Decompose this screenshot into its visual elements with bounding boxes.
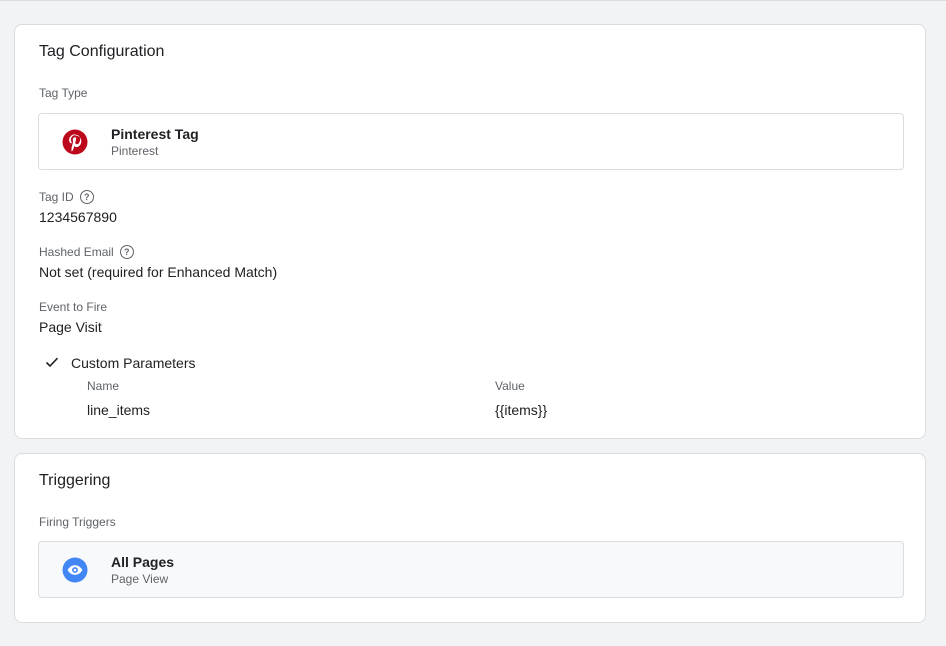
help-icon[interactable]: ? [79, 190, 94, 204]
param-value-cell: {{items}} [495, 402, 548, 418]
trigger-type: Page View [111, 572, 169, 586]
help-icon[interactable]: ? [119, 245, 134, 259]
top-divider [0, 0, 946, 1]
tag-configuration-title: Tag Configuration [39, 43, 165, 60]
tag-id-value: 1234567890 [39, 209, 117, 225]
eye-icon [62, 557, 88, 583]
param-name-header: Name [87, 379, 120, 393]
firing-triggers-label: Firing Triggers [39, 515, 116, 529]
tag-type-name: Pinterest Tag [111, 126, 199, 142]
trigger-name: All Pages [111, 554, 175, 570]
tag-configuration-card[interactable]: Tag Configuration Tag Type Pinterest Tag… [14, 24, 926, 439]
hashed-email-label: Hashed Email ? [39, 245, 134, 259]
trigger-item[interactable]: All Pages Page View [38, 541, 904, 598]
param-value-header: Value [495, 379, 525, 393]
check-icon [45, 357, 59, 368]
triggering-title: Triggering [39, 472, 111, 489]
tag-id-label: Tag ID ? [39, 190, 94, 204]
hashed-email-value: Not set (required for Enhanced Match) [39, 264, 278, 280]
event-to-fire-label: Event to Fire [39, 300, 108, 314]
param-name-cell: line_items [87, 402, 151, 418]
custom-parameters-title: Custom Parameters [71, 355, 196, 371]
event-to-fire-value: Page Visit [39, 319, 102, 335]
tag-type-label: Tag Type [39, 86, 88, 100]
tag-type-vendor: Pinterest [111, 144, 159, 158]
pinterest-logo-icon [62, 129, 88, 155]
tag-type-selector[interactable]: Pinterest Tag Pinterest [38, 113, 904, 170]
triggering-card[interactable]: Triggering Firing Triggers All Pages Pag… [14, 453, 926, 623]
